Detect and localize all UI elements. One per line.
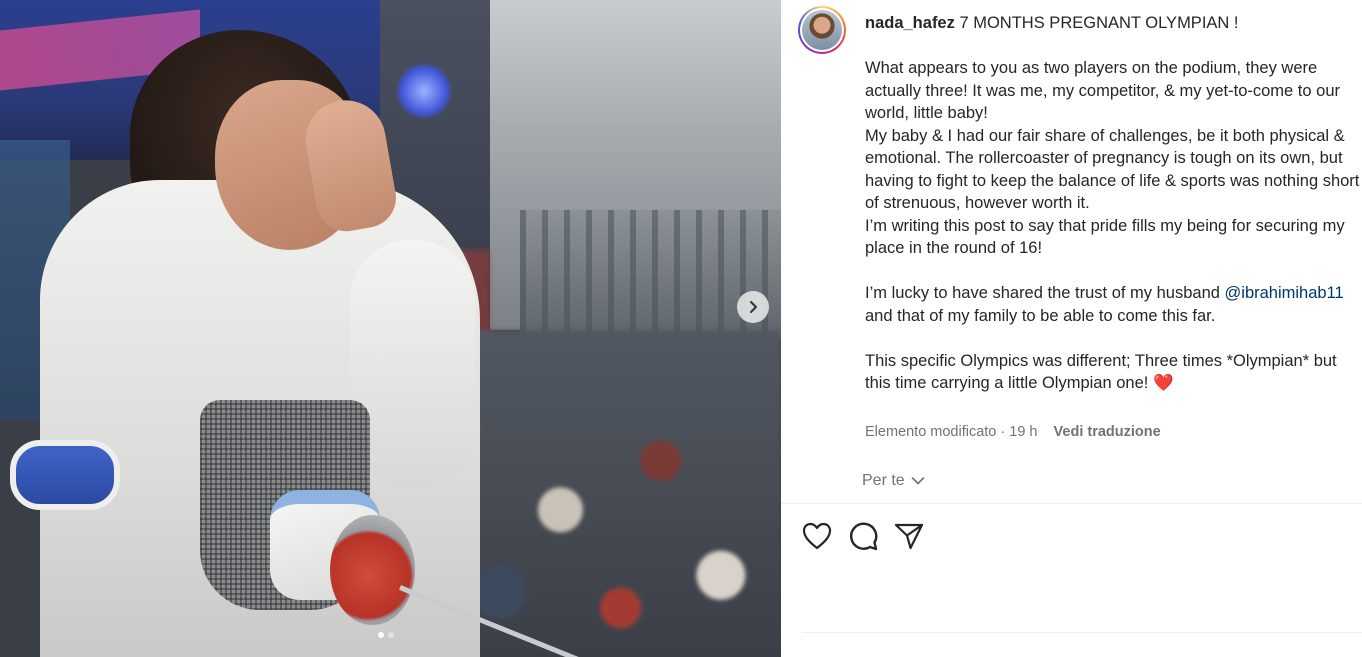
arena-structure — [520, 210, 781, 340]
action-bar — [801, 520, 925, 552]
post-details-panel: nada_hafez 7 MONTHS PREGNANT OLYMPIAN ! … — [781, 0, 1362, 657]
mention-link[interactable]: @ibrahimihab11 — [1225, 284, 1344, 302]
avatar-image — [802, 10, 842, 50]
chevron-right-icon — [749, 300, 758, 314]
like-button[interactable] — [801, 520, 833, 552]
stage-light — [395, 62, 453, 120]
fencing-mask-bib — [10, 440, 120, 510]
post-image[interactable] — [0, 0, 781, 657]
sabre-guard — [330, 515, 415, 625]
edited-label: Elemento modificato — [865, 424, 997, 440]
send-icon — [894, 523, 924, 550]
carousel-dot-active — [378, 632, 384, 638]
comment-icon — [850, 522, 878, 551]
carousel-dot — [388, 632, 394, 638]
post-title: 7 MONTHS PREGNANT OLYMPIAN ! — [959, 14, 1239, 32]
caption-paragraph: I’m writing this post to say that pride … — [865, 216, 1345, 258]
chevron-down-icon — [911, 477, 924, 485]
see-translation-button[interactable]: Vedi traduzione — [1054, 424, 1161, 440]
for-you-dropdown[interactable]: Per te — [862, 472, 925, 490]
heart-icon — [802, 522, 832, 550]
caption-paragraph: My baby & I had our fair share of challe… — [865, 126, 1360, 213]
avatar[interactable] — [798, 6, 846, 54]
carousel-indicator — [378, 632, 394, 638]
caption-text: This specific Olympics was different; Th… — [865, 351, 1337, 393]
for-you-label: Per te — [862, 472, 905, 489]
post-meta: Elemento modificato · 19 h Vedi traduzio… — [865, 424, 1161, 440]
caption-text: I’m lucky to have shared the trust of my… — [865, 284, 1220, 302]
heart-emoji: ❤️ — [1152, 374, 1174, 392]
share-button[interactable] — [893, 520, 925, 552]
divider — [802, 632, 1362, 633]
timestamp[interactable]: 19 h — [1009, 424, 1037, 440]
caption-paragraph: What appears to you as two players on th… — [865, 59, 1340, 122]
caption-text: and that of my family to be able to come… — [865, 306, 1216, 325]
comment-button[interactable] — [847, 520, 879, 552]
divider — [781, 503, 1362, 504]
username-link[interactable]: nada_hafez — [865, 14, 955, 32]
post-caption: nada_hafez 7 MONTHS PREGNANT OLYMPIAN ! … — [865, 12, 1360, 395]
carousel-next-button[interactable] — [737, 291, 769, 323]
